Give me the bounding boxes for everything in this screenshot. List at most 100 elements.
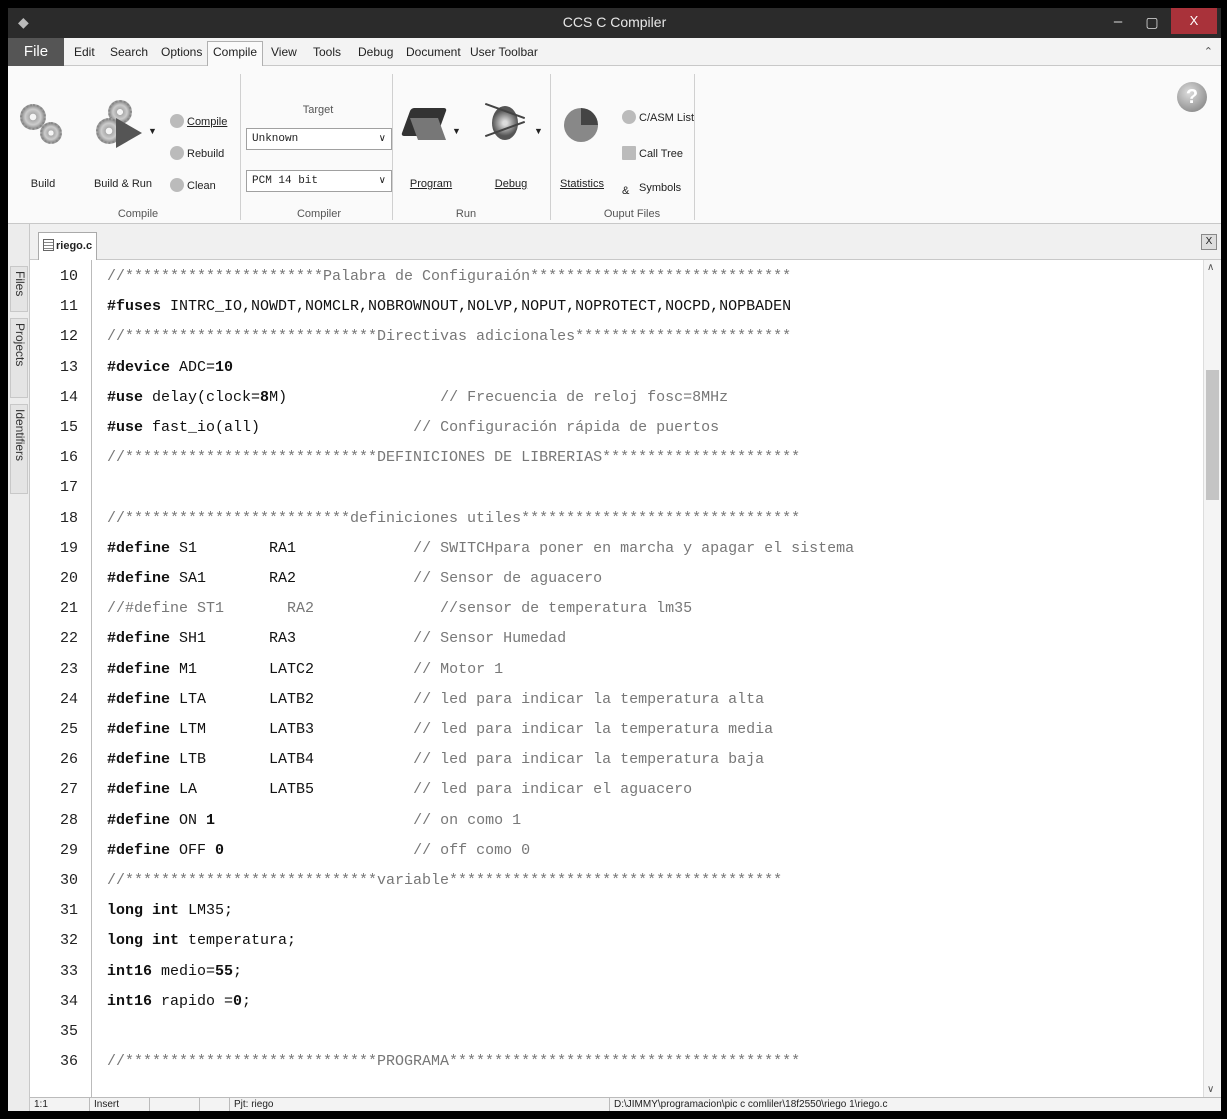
code-line[interactable]: 30 //****************************variable… xyxy=(30,865,1200,896)
scroll-up-icon[interactable]: ∧ xyxy=(1207,262,1214,273)
code-token: ON xyxy=(170,811,207,829)
build-run-button[interactable]: ▼ Build & Run xyxy=(86,100,160,190)
menu-tools[interactable]: Tools xyxy=(313,45,341,59)
title-bar: ◆ CCS C Compiler – ▢ X xyxy=(8,8,1221,38)
code-line[interactable]: 23 #define M1 LATC2 // Motor 1 xyxy=(30,654,1200,685)
code-comment: // Motor 1 xyxy=(413,660,504,678)
code-line[interactable]: 19 #define S1 RA1 // SWITCHpara poner en … xyxy=(30,533,1200,564)
code-line[interactable]: 16 //****************************DEFINICI… xyxy=(30,442,1200,473)
code-line[interactable]: 31 long int LM35; xyxy=(30,895,1200,926)
code-line[interactable]: 24 #define LTA LATB2 // led para indicar … xyxy=(30,684,1200,715)
tab-identifiers[interactable]: Identifiers xyxy=(10,404,28,494)
call-tree-button[interactable]: Call Tree xyxy=(622,146,683,160)
code-text: #define SH1 RA3 // Sensor Humedad xyxy=(107,623,566,654)
build-button[interactable]: Build xyxy=(18,100,68,190)
code-line[interactable]: 27 #define LA LATB5 // led para indicar e… xyxy=(30,774,1200,805)
menu-user-toolbar[interactable]: User Toolbar xyxy=(470,45,538,59)
code-keyword: int16 xyxy=(107,962,153,980)
menu-view[interactable]: View xyxy=(271,45,297,59)
close-button[interactable]: X xyxy=(1171,8,1217,34)
menu-debug[interactable]: Debug xyxy=(358,45,393,59)
code-keyword: #use xyxy=(107,388,144,406)
menu-search[interactable]: Search xyxy=(110,45,148,59)
menu-compile[interactable]: Compile xyxy=(207,41,264,67)
help-icon[interactable]: ? xyxy=(1177,82,1207,112)
scroll-down-icon[interactable]: ∨ xyxy=(1207,1084,1214,1095)
code-line[interactable]: 22 #define SH1 RA3 // Sensor Humedad xyxy=(30,623,1200,654)
code-line[interactable]: 17 xyxy=(30,472,1200,503)
code-keyword: #define xyxy=(107,841,171,859)
scrollbar-thumb[interactable] xyxy=(1206,370,1219,500)
debug-label: Debug xyxy=(494,178,528,190)
debug-button[interactable]: ▼ Debug xyxy=(480,100,543,190)
code-text: long int temperatura; xyxy=(107,925,296,956)
code-line[interactable]: 13 #device ADC=10 xyxy=(30,352,1200,383)
app-window: ◆ CCS C Compiler – ▢ X File Edit Search … xyxy=(8,8,1221,1111)
menu-options[interactable]: Options xyxy=(161,45,202,59)
code-line[interactable]: 15 #use fast_io(all) // Configuración ráp… xyxy=(30,412,1200,443)
code-keyword: int16 xyxy=(107,992,153,1010)
code-keyword: #fuses xyxy=(107,298,162,316)
clean-button[interactable]: Clean xyxy=(170,178,216,192)
code-comment: // led para indicar la temperatura alta xyxy=(413,690,765,708)
code-line[interactable]: 32 long int temperatura; xyxy=(30,925,1200,956)
target-select[interactable]: Unknown ∨ xyxy=(246,128,392,150)
chevron-down-icon: ∨ xyxy=(378,133,386,144)
code-line[interactable]: 36 //****************************PROGRAMA… xyxy=(30,1046,1200,1077)
code-token: M) xyxy=(269,388,441,406)
maximize-button[interactable]: ▢ xyxy=(1137,10,1167,34)
pcm-select[interactable]: PCM 14 bit ∨ xyxy=(246,170,392,192)
build-run-icon: ▼ xyxy=(86,100,160,150)
code-line[interactable]: 29 #define OFF 0 // off como 0 xyxy=(30,835,1200,866)
statistics-icon xyxy=(556,100,608,150)
rebuild-label: Rebuild xyxy=(187,148,225,160)
c-asm-list-button[interactable]: C/ASM List xyxy=(622,110,694,124)
code-text: #define LTM LATB3 // led para indicar la… xyxy=(107,714,773,745)
code-token: ADC= xyxy=(170,358,216,376)
menu-document[interactable]: Document xyxy=(406,45,461,59)
compile-icon xyxy=(170,114,184,128)
code-line[interactable]: 20 #define SA1 RA2 // Sensor de aguacero xyxy=(30,563,1200,594)
code-line[interactable]: 21 //#define ST1 RA2 //sensor de temperat… xyxy=(30,593,1200,624)
code-line[interactable]: 25 #define LTM LATB3 // led para indicar … xyxy=(30,714,1200,745)
code-line[interactable]: 14 #use delay(clock=8M) // Frecuencia de … xyxy=(30,382,1200,413)
file-tab[interactable]: riego.c xyxy=(38,232,98,260)
code-line[interactable]: 11 #fuses INTRC_IO,NOWDT,NOMCLR,NOBROWNOU… xyxy=(30,291,1200,322)
insert-mode: Insert xyxy=(90,1098,150,1111)
code-keyword: #define xyxy=(107,630,171,648)
menu-edit[interactable]: Edit xyxy=(74,45,95,59)
compile-button[interactable]: Compile xyxy=(170,114,227,128)
program-button[interactable]: ▼ Program xyxy=(400,100,462,190)
rebuild-button[interactable]: Rebuild xyxy=(170,146,224,160)
code-token: temperatura; xyxy=(179,932,297,950)
code-line[interactable]: 34 int16 rapido =0; xyxy=(30,986,1200,1017)
code-line[interactable]: 10 //**********************Palabra de Con… xyxy=(30,261,1200,292)
statistics-button[interactable]: Statistics xyxy=(556,100,608,190)
code-comment: // Sensor de aguacero xyxy=(413,570,603,587)
code-line[interactable]: 33 int16 medio=55; xyxy=(30,956,1200,987)
vertical-scrollbar[interactable]: ∧ ∨ xyxy=(1203,260,1221,1097)
line-number: 24 xyxy=(59,690,78,708)
minimize-button[interactable]: – xyxy=(1103,10,1133,34)
code-line[interactable]: 26 #define LTB LATB4 // led para indicar … xyxy=(30,744,1200,775)
code-editor[interactable]: 10//**********************Palabra de Con… xyxy=(30,260,1221,1097)
code-line[interactable]: 18 //*************************definicione… xyxy=(30,503,1200,534)
code-line[interactable]: 28 #define ON 1 // on como 1 xyxy=(30,805,1200,836)
code-text: //**********************Palabra de Confi… xyxy=(107,261,791,292)
symbols-button[interactable]: & Symbols xyxy=(622,182,681,199)
line-number: 17 xyxy=(59,479,78,497)
code-line[interactable]: 35 xyxy=(30,1016,1200,1047)
line-number: 36 xyxy=(59,1053,78,1071)
code-keyword: #define xyxy=(107,781,171,799)
close-tab-button[interactable]: X xyxy=(1201,234,1217,250)
code-token: delay(clock= xyxy=(143,388,261,406)
menu-file[interactable]: File xyxy=(8,38,64,66)
tab-files[interactable]: Files xyxy=(10,266,28,312)
code-keyword: long int xyxy=(107,902,180,920)
collapse-ribbon-icon[interactable]: ⌃ xyxy=(1204,45,1213,58)
code-text: int16 medio=55; xyxy=(107,956,242,987)
code-line[interactable]: 12 //****************************Directiv… xyxy=(30,321,1200,352)
code-token: ; xyxy=(242,992,252,1010)
tab-projects[interactable]: Projects xyxy=(10,318,28,398)
code-token: SH1 RA3 xyxy=(170,630,414,648)
